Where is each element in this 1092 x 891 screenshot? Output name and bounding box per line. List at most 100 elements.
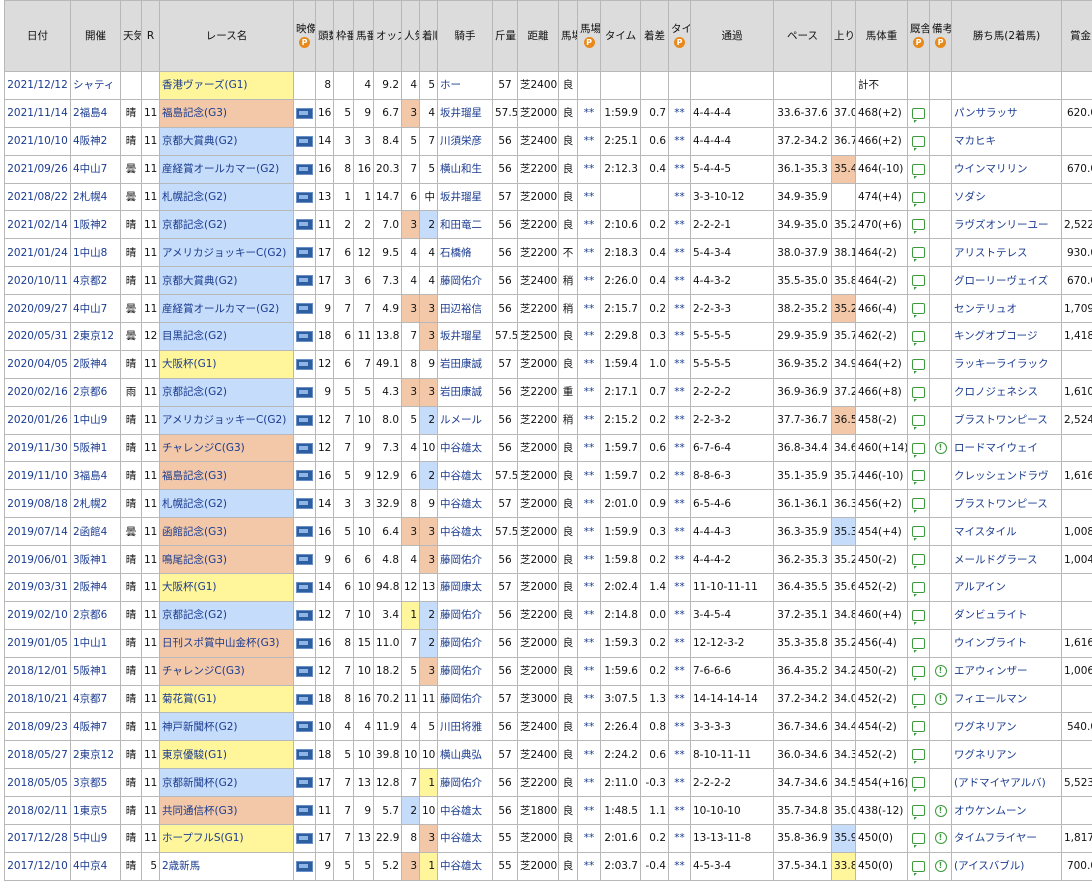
jockey-link[interactable]: 坂井瑠星 (437, 182, 493, 212)
race-name-link[interactable]: 香港ヴァーズ(G1) (159, 71, 294, 100)
venue-link[interactable]: 2福島4 (70, 98, 121, 128)
note-icon[interactable]: ! (934, 832, 947, 845)
race-name-link[interactable]: 京都大賞典(G2) (159, 266, 294, 296)
video-icon[interactable] (296, 805, 313, 817)
video-cell[interactable] (293, 796, 316, 826)
track-index-cell[interactable] (577, 71, 601, 100)
winner-link[interactable]: タイムフライヤー (951, 824, 1062, 853)
track-index-cell[interactable]: ** (577, 154, 601, 184)
venue-link[interactable]: 4阪神7 (70, 712, 121, 742)
stable-comment-cell[interactable] (907, 322, 930, 351)
winner-link[interactable]: クレッシェンドラヴ (951, 461, 1062, 491)
venue-link[interactable]: 5中山9 (70, 824, 121, 853)
venue-link[interactable]: 3阪神1 (70, 545, 121, 575)
comment-icon[interactable] (912, 777, 925, 793)
date-link[interactable]: 2018/05/27 (4, 740, 71, 770)
race-name-link[interactable]: 大阪杯(G1) (159, 573, 294, 602)
winner-link[interactable]: ダンビュライト (951, 600, 1062, 630)
jockey-link[interactable]: 横山和生 (437, 154, 493, 184)
winner-link[interactable]: オウケンムーン (951, 796, 1062, 826)
comment-icon[interactable] (912, 805, 925, 821)
winner-link[interactable]: ロードマイウェイ (951, 433, 1062, 463)
time-index-cell[interactable]: ** (668, 573, 691, 602)
time-index-cell[interactable]: ** (668, 768, 691, 798)
comment-icon[interactable] (912, 526, 925, 542)
time-index-cell[interactable]: ** (668, 433, 691, 463)
time-index-cell[interactable]: ** (668, 656, 691, 686)
race-name-link[interactable]: 2歳新馬 (159, 851, 294, 881)
track-index-cell[interactable]: ** (577, 266, 601, 296)
track-index-cell[interactable]: ** (577, 377, 601, 407)
venue-link[interactable]: 1中山9 (70, 405, 121, 435)
video-cell[interactable] (293, 126, 316, 156)
video-icon[interactable] (296, 581, 313, 593)
track-index-cell[interactable]: ** (577, 545, 601, 575)
comment-icon[interactable] (912, 721, 925, 737)
stable-comment-cell[interactable] (907, 517, 930, 547)
venue-link[interactable]: 4阪神2 (70, 126, 121, 156)
time-index-cell[interactable]: ** (668, 684, 691, 714)
track-index-cell[interactable]: ** (577, 98, 601, 128)
video-cell[interactable] (293, 433, 316, 463)
venue-link[interactable]: 3福島4 (70, 461, 121, 491)
stable-comment-cell[interactable] (907, 294, 930, 324)
time-index-cell[interactable]: ** (668, 349, 691, 379)
note-icon[interactable]: ! (934, 665, 947, 678)
video-cell[interactable] (293, 684, 316, 714)
time-index-cell[interactable]: ** (668, 851, 691, 881)
race-name-link[interactable]: 札幌記念(G2) (159, 182, 294, 212)
time-index-cell[interactable]: ** (668, 322, 691, 351)
remarks-cell[interactable]: ! (929, 684, 952, 714)
stable-comment-cell[interactable] (907, 126, 930, 156)
date-link[interactable]: 2017/12/28 (4, 824, 71, 853)
video-cell[interactable] (293, 182, 316, 212)
stable-comment-cell[interactable] (907, 433, 930, 463)
stable-comment-cell[interactable] (907, 238, 930, 268)
jockey-link[interactable]: 藤岡佑介 (437, 684, 493, 714)
time-index-cell[interactable]: ** (668, 154, 691, 184)
video-icon[interactable] (296, 832, 313, 844)
jockey-link[interactable]: 田辺裕信 (437, 294, 493, 324)
video-cell[interactable] (293, 489, 316, 519)
stable-comment-cell[interactable] (907, 740, 930, 770)
header-track[interactable]: 馬場 (558, 0, 578, 72)
comment-icon[interactable] (912, 275, 925, 291)
date-link[interactable]: 2020/10/11 (4, 266, 71, 296)
comment-icon[interactable] (912, 442, 925, 458)
comment-icon[interactable] (912, 358, 925, 374)
venue-link[interactable]: 2札幌2 (70, 489, 121, 519)
comment-icon[interactable] (912, 386, 925, 402)
comment-icon[interactable] (912, 219, 925, 235)
jockey-link[interactable]: 石橋脩 (437, 238, 493, 268)
video-icon[interactable] (296, 665, 313, 677)
video-cell[interactable] (293, 600, 316, 630)
header-venue[interactable]: 開催 (70, 0, 121, 72)
time-index-cell[interactable]: ** (668, 628, 691, 658)
venue-link[interactable]: 2函館4 (70, 517, 121, 547)
jockey-link[interactable]: 中谷雄太 (437, 851, 493, 881)
header-pace[interactable]: ペース (773, 0, 832, 72)
date-link[interactable]: 2019/08/18 (4, 489, 71, 519)
header-stable-comment[interactable]: 厩舎コメントP (907, 0, 930, 72)
date-link[interactable]: 2017/12/10 (4, 851, 71, 881)
winner-link[interactable]: メールドグラース (951, 545, 1062, 575)
date-link[interactable]: 2019/07/14 (4, 517, 71, 547)
time-index-cell[interactable]: ** (668, 712, 691, 742)
stable-comment-cell[interactable] (907, 796, 930, 826)
race-name-link[interactable]: 神戸新聞杯(G2) (159, 712, 294, 742)
stable-comment-cell[interactable] (907, 712, 930, 742)
time-index-cell[interactable]: ** (668, 545, 691, 575)
header-jockey[interactable]: 騎手 (437, 0, 493, 72)
track-index-cell[interactable]: ** (577, 796, 601, 826)
race-name-link[interactable]: 京都記念(G2) (159, 377, 294, 407)
comment-icon[interactable] (912, 860, 925, 876)
stable-comment-cell[interactable] (907, 98, 930, 128)
race-name-link[interactable]: ホープフルS(G1) (159, 824, 294, 853)
track-index-cell[interactable]: ** (577, 294, 601, 324)
venue-link[interactable]: 2京都6 (70, 600, 121, 630)
venue-link[interactable]: 1阪神2 (70, 210, 121, 240)
header-odds[interactable]: オッズ (373, 0, 402, 72)
video-cell[interactable] (293, 266, 316, 296)
video-cell[interactable] (293, 349, 316, 379)
jockey-link[interactable]: 藤岡康太 (437, 573, 493, 602)
